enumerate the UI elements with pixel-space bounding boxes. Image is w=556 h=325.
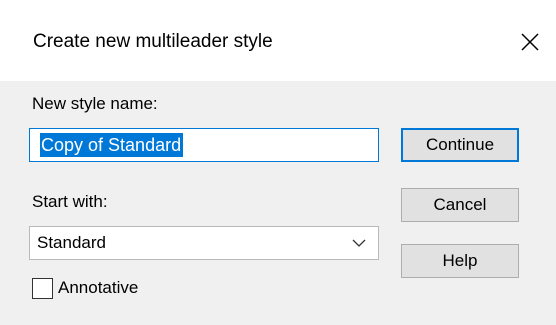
dialog-body: New style name: Copy of Standard Start w… [0, 81, 556, 325]
annotative-checkbox[interactable] [32, 277, 53, 299]
close-button[interactable] [514, 27, 546, 59]
cancel-button[interactable]: Cancel [401, 188, 519, 222]
help-button[interactable]: Help [401, 244, 519, 278]
start-with-select[interactable]: Standard [29, 226, 379, 260]
close-icon [521, 33, 539, 51]
dialog-title: Create new multileader style [33, 31, 273, 52]
chevron-down-icon [352, 239, 366, 247]
start-with-label: Start with: [32, 192, 108, 211]
new-style-name-value: Copy of Standard [40, 133, 184, 157]
new-style-name-label: New style name: [32, 94, 158, 113]
annotative-checkbox-row[interactable]: Annotative [32, 277, 138, 299]
continue-button[interactable]: Continue [401, 128, 519, 162]
annotative-label: Annotative [58, 278, 139, 297]
start-with-value: Standard [37, 233, 106, 252]
create-multileader-style-dialog: Create new multileader style New style n… [0, 0, 556, 325]
new-style-name-input[interactable]: Copy of Standard [29, 128, 379, 162]
title-bar: Create new multileader style [0, 0, 556, 81]
